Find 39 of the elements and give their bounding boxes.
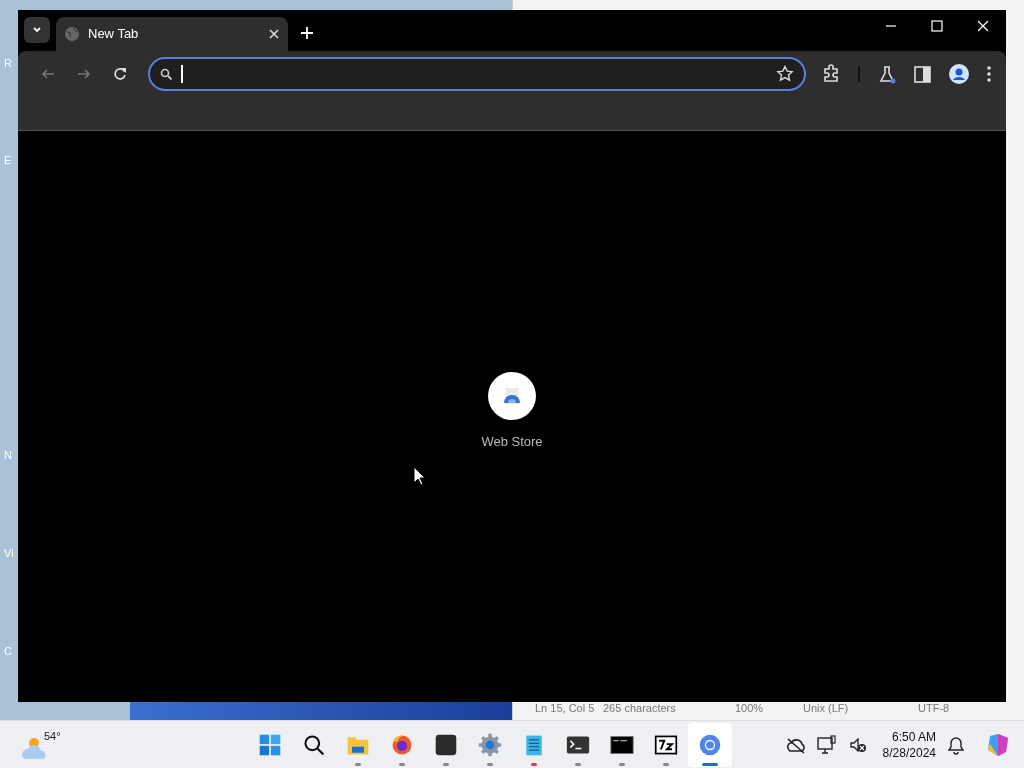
cloud-off-icon[interactable] (784, 736, 805, 754)
status-bar-text: Unix (LF) (803, 700, 849, 716)
copilot-icon[interactable] (986, 732, 1010, 758)
clock-time: 6:50 AM (891, 729, 936, 745)
status-bar-text: Ln 15, Col 5 (535, 700, 595, 716)
star-icon[interactable] (776, 65, 794, 83)
clock-date: 8/28/2024 (882, 745, 936, 761)
desktop-icon-label: R (4, 58, 12, 69)
desktop-icon-label: N (4, 450, 12, 461)
bell-icon[interactable] (948, 735, 964, 755)
globe-icon (64, 26, 80, 42)
network-icon[interactable] (816, 735, 837, 755)
address-bar[interactable] (148, 57, 806, 91)
desktop-icon-label: E (4, 155, 12, 166)
avatar-icon[interactable] (949, 64, 969, 84)
tab-list-button[interactable] (24, 17, 50, 43)
clock[interactable]: 6:50 AM 8/28/2024 (882, 729, 936, 761)
status-bar-text: 265 characters (603, 700, 676, 716)
chromium-icon[interactable] (688, 723, 732, 767)
shortcut-label: Web Store (481, 433, 543, 451)
status-bar-text: 100% (735, 700, 764, 716)
search-icon (160, 68, 172, 80)
menu-icon[interactable] (987, 66, 991, 82)
web-store-icon (488, 372, 536, 420)
desktop-icon-label: C (4, 646, 12, 657)
weather-temperature: 54° (44, 728, 61, 744)
browser-tab[interactable]: New Tab (56, 17, 288, 51)
side-panel-icon[interactable] (914, 65, 931, 83)
puzzle-piece-icon[interactable] (822, 64, 840, 84)
tab-title: New Tab (88, 25, 140, 44)
new-tab-icon[interactable] (300, 26, 314, 40)
speaker-muted-icon[interactable] (848, 736, 867, 754)
close-icon[interactable] (268, 28, 280, 40)
shortcut-tile[interactable]: Web Store (462, 372, 562, 452)
desktop-icon-label: Vi (4, 548, 14, 559)
flask-icon[interactable] (878, 64, 896, 84)
caret-icon (32, 26, 42, 34)
mouse-pointer-icon (413, 466, 427, 486)
status-bar-text: UTF-8 (918, 700, 950, 716)
